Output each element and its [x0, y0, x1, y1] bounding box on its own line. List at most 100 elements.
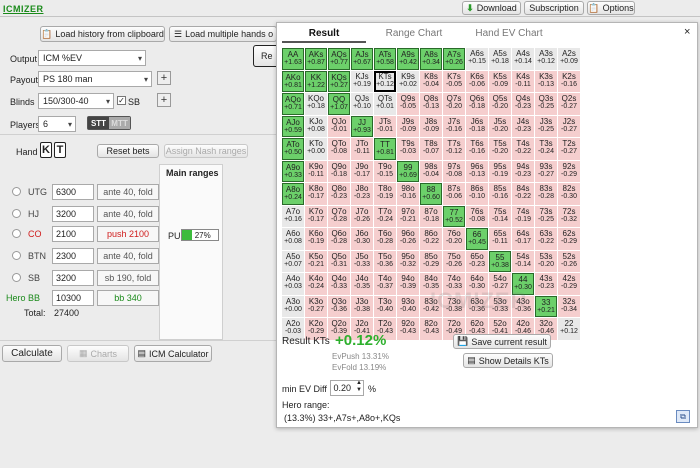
grid-cell[interactable]: Q6s -0.18 [466, 93, 488, 115]
grid-cell[interactable]: A2s +0.09 [558, 48, 580, 70]
grid-cell[interactable]: T9s -0.03 [397, 138, 419, 160]
grid-cell[interactable]: J9s -0.09 [397, 115, 419, 137]
players-select[interactable]: 6 [38, 116, 76, 132]
grid-cell[interactable]: K9o -0.11 [305, 160, 327, 182]
grid-cell[interactable]: 87o -0.18 [420, 205, 442, 227]
grid-cell[interactable]: KJs +0.19 [351, 70, 373, 92]
grid-cell[interactable]: J4o -0.35 [351, 273, 373, 295]
grid-cell[interactable]: 82o -0.43 [420, 318, 442, 340]
grid-cell[interactable]: J3s -0.25 [535, 115, 557, 137]
grid-cell[interactable]: T6o -0.28 [374, 228, 396, 250]
options-button[interactable]: 📋 Options [587, 1, 635, 15]
grid-cell[interactable]: AJs +0.67 [351, 48, 373, 70]
subscription-button[interactable]: Subscription [524, 1, 584, 15]
seat-radio[interactable] [12, 251, 21, 260]
grid-cell[interactable]: K6o -0.19 [305, 228, 327, 250]
grid-cell[interactable]: 52s -0.26 [558, 250, 580, 272]
grid-cell[interactable]: T7s -0.12 [443, 138, 465, 160]
grid-cell[interactable]: 72s -0.32 [558, 205, 580, 227]
grid-cell[interactable]: T8o -0.19 [374, 183, 396, 205]
grid-cell[interactable]: J6o -0.30 [351, 228, 373, 250]
grid-cell[interactable]: 95s -0.19 [489, 160, 511, 182]
grid-cell[interactable]: 53s -0.20 [535, 250, 557, 272]
tab-result[interactable]: Result [300, 28, 348, 39]
tab-range-chart[interactable]: Range Chart [378, 28, 450, 39]
grid-cell[interactable]: A3o +0.00 [282, 295, 304, 317]
grid-cell[interactable]: 76s -0.08 [466, 205, 488, 227]
seat-action[interactable]: ante 40, fold [97, 206, 159, 222]
load-history-button[interactable]: 📋 Load history from clipboard [40, 26, 165, 42]
grid-cell[interactable]: AA +1.63 [282, 48, 304, 70]
grid-cell[interactable]: J9o -0.17 [351, 160, 373, 182]
grid-cell[interactable]: J8s -0.09 [420, 115, 442, 137]
grid-cell[interactable]: 55 +0.38 [489, 250, 511, 272]
grid-cell[interactable]: K9s +0.02 [397, 70, 419, 92]
grid-cell[interactable]: T8s -0.07 [420, 138, 442, 160]
grid-cell[interactable]: 65s -0.11 [489, 228, 511, 250]
grid-cell[interactable]: K3o -0.27 [305, 295, 327, 317]
grid-cell[interactable]: 92o -0.43 [397, 318, 419, 340]
grid-cell[interactable]: J2s -0.27 [558, 115, 580, 137]
grid-cell[interactable]: 62s -0.29 [558, 228, 580, 250]
grid-cell[interactable]: K2s -0.16 [558, 70, 580, 92]
grid-cell[interactable]: J8o -0.23 [351, 183, 373, 205]
grid-cell[interactable]: 43s -0.23 [535, 273, 557, 295]
grid-cell[interactable]: 86o -0.22 [420, 228, 442, 250]
save-result-button[interactable]: 💾 Save current result [453, 334, 551, 349]
grid-cell[interactable]: A4s +0.14 [512, 48, 534, 70]
grid-cell[interactable]: 95o -0.32 [397, 250, 419, 272]
grid-cell[interactable]: A9o +0.33 [282, 160, 304, 182]
grid-cell[interactable]: T9o -0.15 [374, 160, 396, 182]
grid-cell[interactable]: 83s -0.28 [535, 183, 557, 205]
seat-radio[interactable] [12, 209, 21, 218]
reset-bets-button[interactable]: Reset bets [97, 144, 159, 158]
grid-cell[interactable]: AKo +0.81 [282, 70, 304, 92]
show-details-button[interactable]: ▤ Show Details KTs [463, 353, 553, 368]
grid-cell[interactable]: Q4o -0.33 [328, 273, 350, 295]
grid-cell[interactable]: J6s -0.18 [466, 115, 488, 137]
grid-cell[interactable]: 76o -0.20 [443, 228, 465, 250]
hand-card-2[interactable]: T [54, 142, 66, 158]
grid-cell[interactable]: A5s +0.18 [489, 48, 511, 70]
grid-cell[interactable]: T7o -0.24 [374, 205, 396, 227]
min-ev-spinner-icon[interactable]: ▲ ▼ [356, 380, 362, 394]
grid-cell[interactable]: 75o -0.26 [443, 250, 465, 272]
grid-cell[interactable]: 73s -0.25 [535, 205, 557, 227]
grid-cell[interactable]: 86s -0.10 [466, 183, 488, 205]
grid-cell[interactable]: AKs +0.87 [305, 48, 327, 70]
grid-cell[interactable]: 42s -0.29 [558, 273, 580, 295]
grid-cell[interactable]: 22 +0.12 [558, 318, 580, 340]
grid-cell[interactable]: KTo +0.00 [305, 138, 327, 160]
grid-cell[interactable]: K7s -0.05 [443, 70, 465, 92]
grid-cell[interactable]: JJ +0.93 [351, 115, 373, 137]
grid-cell[interactable]: T2s -0.27 [558, 138, 580, 160]
add-blinds-icon[interactable]: + [157, 93, 171, 107]
grid-cell[interactable]: KTs +0.12 [374, 70, 396, 92]
grid-cell[interactable]: Q8s -0.13 [420, 93, 442, 115]
grid-cell[interactable]: 98o -0.16 [397, 183, 419, 205]
grid-cell[interactable]: J5s -0.20 [489, 115, 511, 137]
grid-cell[interactable]: 85o -0.29 [420, 250, 442, 272]
grid-cell[interactable]: J5o -0.33 [351, 250, 373, 272]
payout-select[interactable]: PS 180 man [38, 71, 152, 87]
copy-range-icon[interactable]: ⧉ [676, 410, 690, 423]
grid-cell[interactable]: ATs +0.58 [374, 48, 396, 70]
grid-cell[interactable]: 85s -0.16 [489, 183, 511, 205]
seat-radio[interactable] [12, 273, 21, 282]
grid-cell[interactable]: QTs +0.01 [374, 93, 396, 115]
grid-cell[interactable]: 33 +0.21 [535, 295, 557, 317]
grid-cell[interactable]: A6s +0.15 [466, 48, 488, 70]
grid-cell[interactable]: ATo +0.50 [282, 138, 304, 160]
grid-cell[interactable]: A8o +0.24 [282, 183, 304, 205]
grid-cell[interactable]: A3s +0.12 [535, 48, 557, 70]
grid-cell[interactable]: K8o -0.17 [305, 183, 327, 205]
seat-action[interactable]: bb 340 [97, 290, 159, 306]
seat-action[interactable]: sb 190, fold [97, 270, 159, 286]
grid-cell[interactable]: 32s -0.34 [558, 295, 580, 317]
grid-cell[interactable]: A4o +0.03 [282, 273, 304, 295]
grid-cell[interactable]: Q4s -0.23 [512, 93, 534, 115]
output-select[interactable]: ICM %EV [38, 50, 146, 66]
grid-cell[interactable]: Q9s -0.05 [397, 93, 419, 115]
grid-cell[interactable]: 99 +0.69 [397, 160, 419, 182]
grid-cell[interactable]: J3o -0.38 [351, 295, 373, 317]
